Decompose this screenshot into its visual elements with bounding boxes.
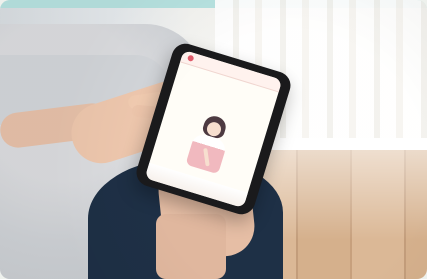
photo-vignette (0, 0, 427, 279)
photo-frame (0, 0, 427, 279)
